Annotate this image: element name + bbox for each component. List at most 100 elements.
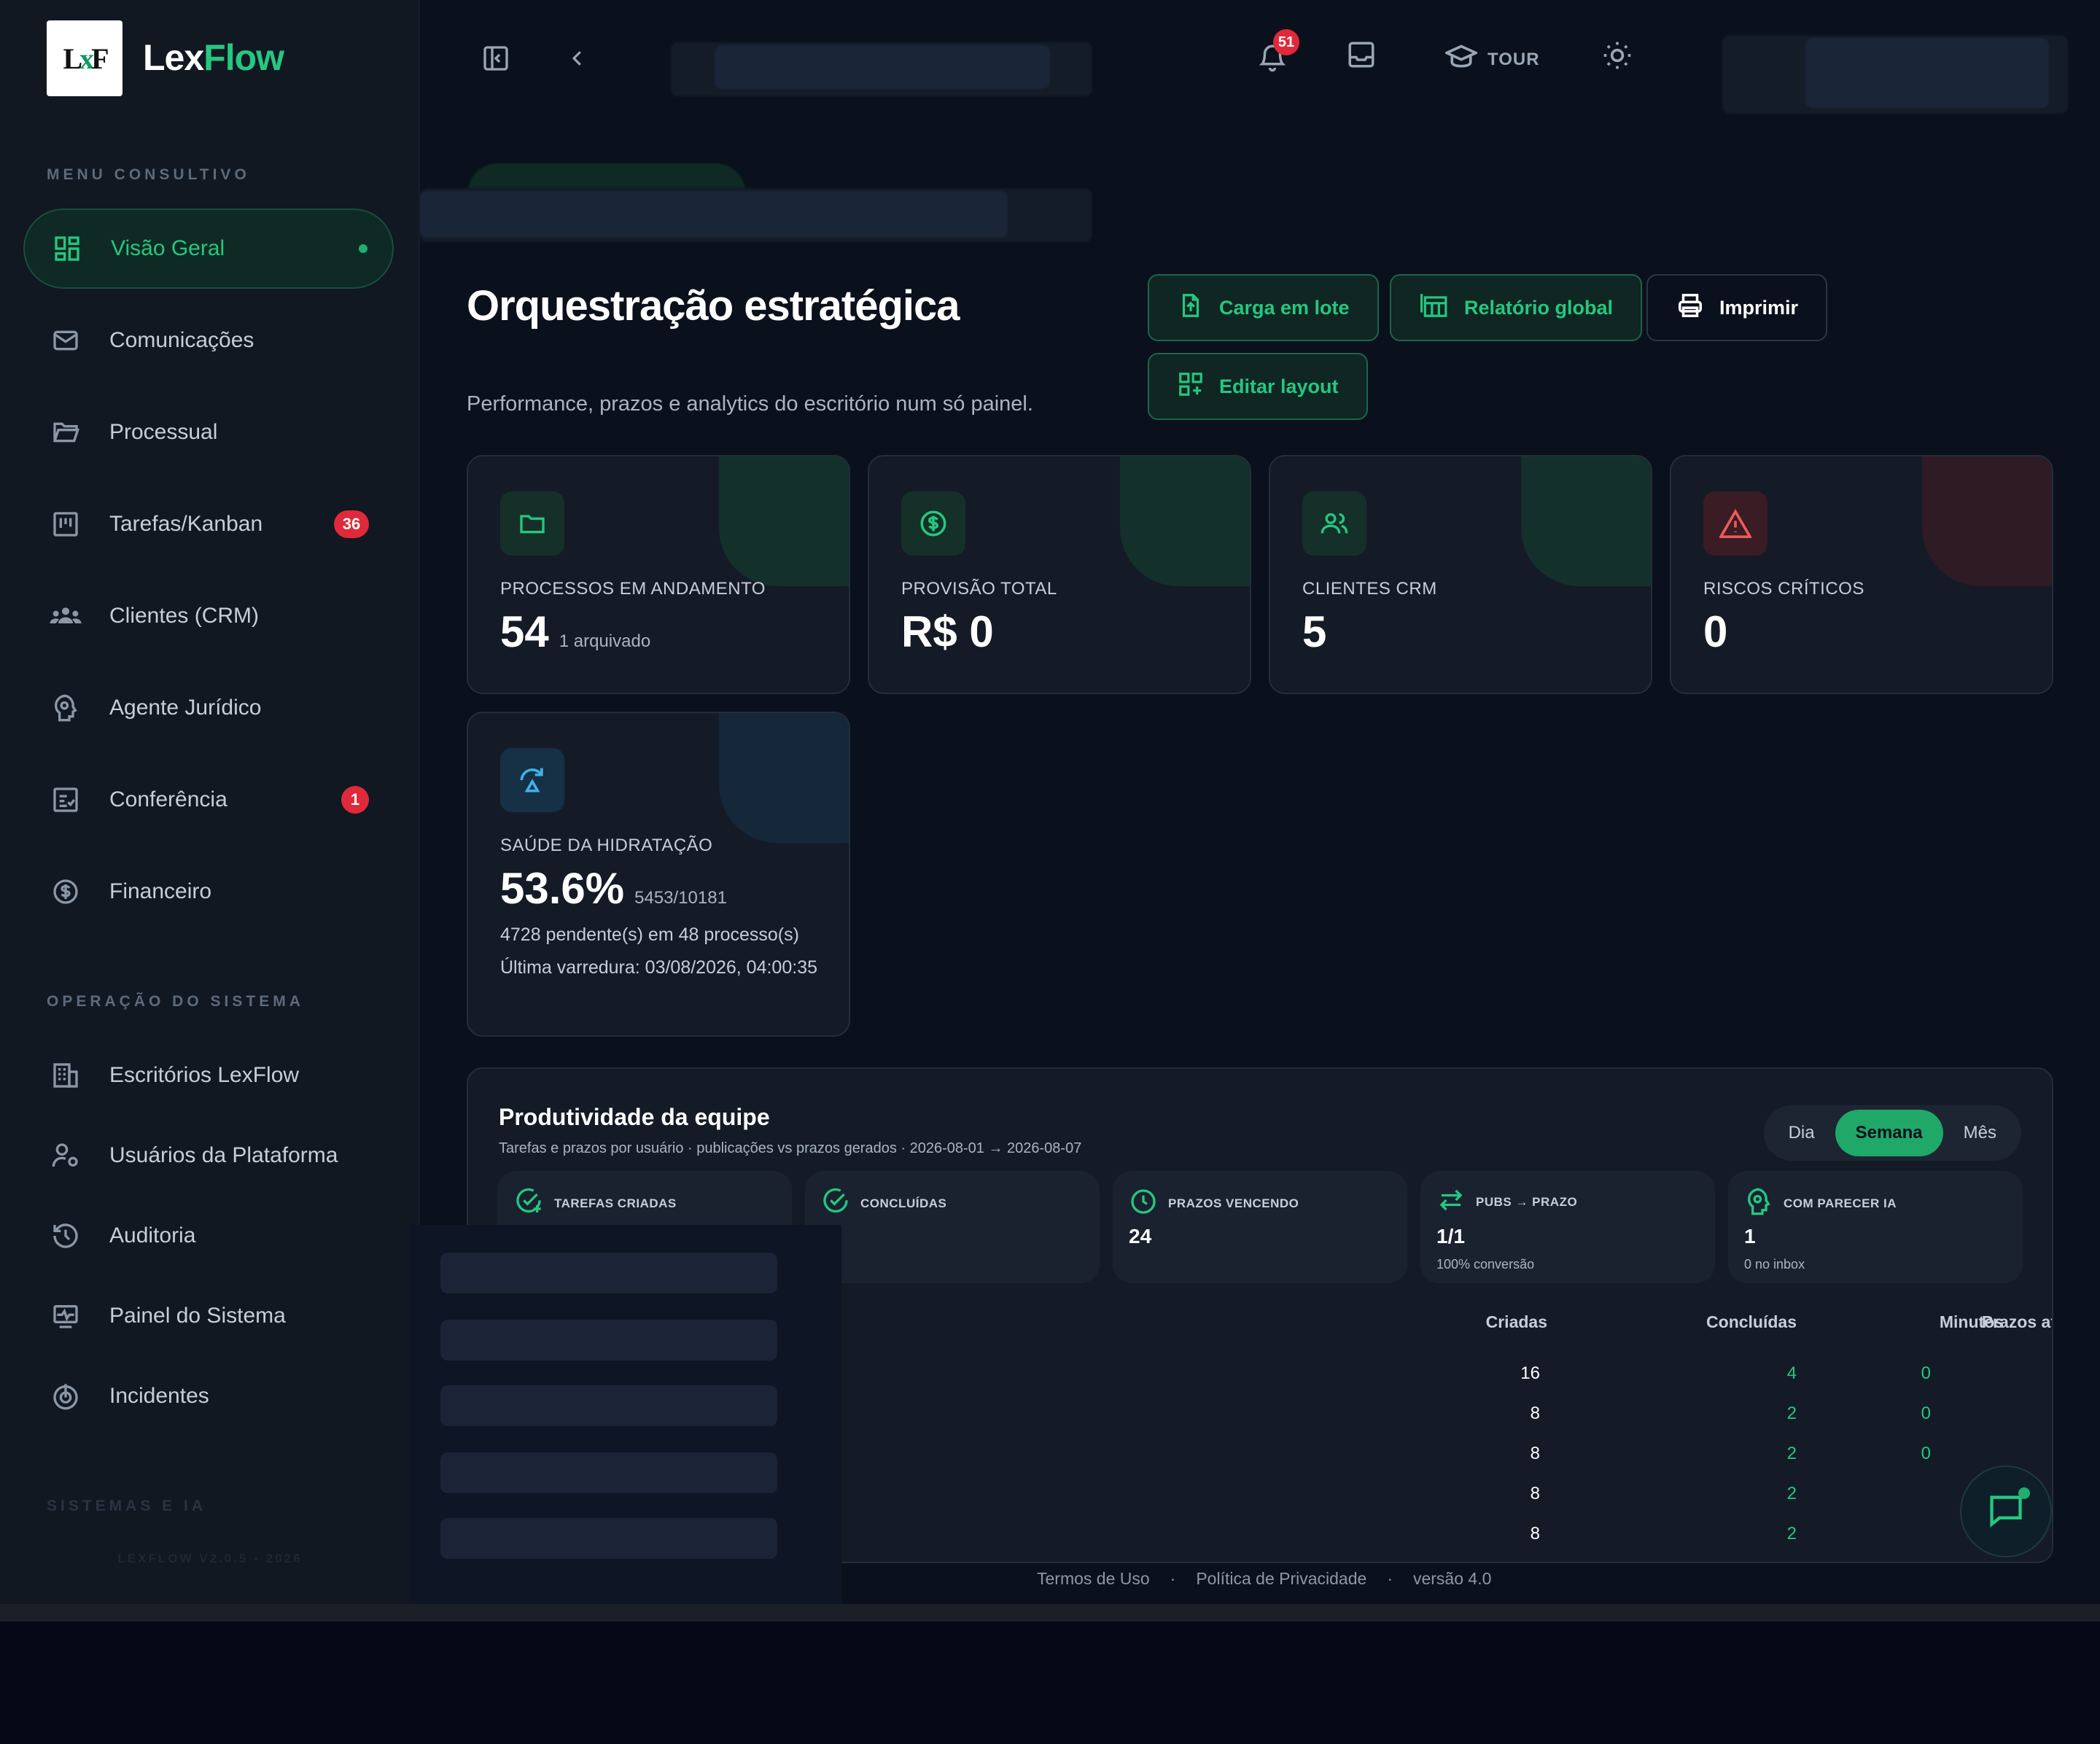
edit-layout-label: Editar layout bbox=[1219, 375, 1339, 397]
sidebar-item-painel-sistema[interactable]: Painel do Sistema bbox=[23, 1276, 394, 1356]
dropdown-overlay-panel bbox=[410, 1225, 841, 1619]
sidebar-item-financeiro[interactable]: Financeiro bbox=[23, 852, 394, 932]
cell-prazos-ativos: 6 bbox=[1944, 1404, 2052, 1424]
col-header-minutos-label: Minutos bbox=[1939, 1312, 2004, 1331]
sun-icon[interactable] bbox=[1598, 36, 1636, 74]
sidebar-item-escritorios[interactable]: Escritórios LexFlow bbox=[23, 1035, 394, 1116]
sidebar-item-tarefas[interactable]: Tarefas/Kanban 36 bbox=[23, 484, 394, 564]
sidebar-item-comunicacoes[interactable]: Comunicações bbox=[23, 300, 394, 381]
mail-icon bbox=[50, 324, 82, 357]
sidebar-version: LEXFLOW V2.0.5 • 2026 bbox=[117, 1552, 303, 1565]
card-corner-decoration bbox=[1922, 456, 2052, 586]
stat-value-number: 54 bbox=[500, 607, 549, 656]
stat-label: PROCESSOS EM ANDAMENTO bbox=[500, 579, 766, 599]
sidebar: LxF LexFlow MENU CONSULTIVO Visão Geral … bbox=[0, 0, 420, 1604]
sidebar-item-usuarios[interactable]: Usuários da Plataforma bbox=[23, 1116, 394, 1196]
kpi-label: CONCLUÍDAS bbox=[860, 1196, 947, 1210]
global-report-button[interactable]: Relatório global bbox=[1390, 274, 1643, 341]
cell-criadas: 8 bbox=[1530, 1524, 1540, 1543]
col-header-criadas[interactable]: Criadas bbox=[1409, 1312, 1547, 1332]
cell-concluidas: 2 bbox=[1786, 1404, 1797, 1423]
tour-button[interactable]: TOUR bbox=[1443, 42, 1540, 77]
skeleton-bar bbox=[440, 1320, 777, 1360]
sidebar-item-label: Tarefas/Kanban bbox=[109, 512, 263, 536]
cell-minutos: 0 bbox=[1921, 1444, 1931, 1463]
cell-minutos: 0 bbox=[1921, 1404, 1931, 1423]
sidebar-item-label: Incidentes bbox=[109, 1384, 209, 1408]
kpi-prazos-vencendo: PRAZOS VENCENDO 24 bbox=[1113, 1171, 1407, 1283]
col-header-minutos[interactable]: Minutos bbox=[1858, 1312, 2004, 1332]
ai-head-icon bbox=[50, 692, 82, 724]
conferencia-count-badge: 1 bbox=[341, 786, 369, 814]
cell-criadas: 8 bbox=[1530, 1444, 1540, 1463]
chat-button[interactable] bbox=[1960, 1465, 2052, 1557]
skeleton-bar bbox=[440, 1385, 777, 1426]
batch-upload-button[interactable]: Carga em lote bbox=[1148, 274, 1379, 341]
sidebar-item-visao-geral[interactable]: Visão Geral bbox=[23, 209, 394, 289]
sidebar-item-clientes[interactable]: Clientes (CRM) bbox=[23, 576, 394, 656]
stat-value: 5 bbox=[1302, 607, 1327, 656]
user-cog-icon bbox=[50, 1140, 82, 1172]
stat-card-riscos[interactable]: RISCOS CRÍTICOS 0 bbox=[1670, 455, 2053, 694]
sidebar-item-label: Escritórios LexFlow bbox=[109, 1063, 300, 1087]
cell-prazos-ativos: 6 bbox=[1944, 1444, 2052, 1464]
sidebar-item-label: Agente Jurídico bbox=[109, 696, 262, 720]
page-footer: Termos de Uso · Política de Privacidade … bbox=[1037, 1569, 1491, 1589]
stat-value: R$ 0 bbox=[901, 607, 994, 656]
kpi-head: PRAZOS VENCENDO bbox=[1129, 1187, 1299, 1220]
skeleton-bar bbox=[440, 1452, 777, 1493]
print-button[interactable]: Imprimir bbox=[1646, 274, 1828, 341]
section-label-operacao: OPERAÇÃO DO SISTEMA bbox=[47, 993, 304, 1010]
inbox-icon[interactable] bbox=[1343, 36, 1380, 73]
dollar-icon bbox=[50, 876, 82, 908]
cell-concluidas: 2 bbox=[1786, 1444, 1797, 1463]
history-icon bbox=[50, 1220, 82, 1252]
skeleton-bar bbox=[440, 1518, 777, 1559]
sidebar-item-label: Painel do Sistema bbox=[109, 1304, 286, 1328]
global-report-label: Relatório global bbox=[1464, 296, 1614, 319]
privacy-link[interactable]: Política de Privacidade bbox=[1196, 1569, 1366, 1589]
sidebar-item-conferencia[interactable]: Conferência 1 bbox=[23, 760, 394, 840]
kpi-label: PRAZOS VENCENDO bbox=[1168, 1196, 1299, 1210]
period-day[interactable]: Dia bbox=[1768, 1110, 1835, 1156]
sidebar-item-processual[interactable]: Processual bbox=[23, 392, 394, 472]
sidebar-item-incidentes[interactable]: Incidentes bbox=[23, 1356, 394, 1436]
kpi-value: 1/1 bbox=[1436, 1225, 1465, 1247]
dollar-circle-icon bbox=[901, 491, 965, 556]
sidebar-item-auditoria[interactable]: Auditoria bbox=[23, 1196, 394, 1276]
file-upload-icon bbox=[1177, 292, 1205, 324]
stat-sub: 1 arquivado bbox=[559, 631, 651, 651]
sidebar-item-agente-juridico[interactable]: Agente Jurídico bbox=[23, 668, 394, 748]
card-corner-decoration bbox=[1120, 456, 1250, 586]
hydration-last-scan: Última varredura: 03/08/2026, 04:00:35 bbox=[500, 957, 817, 978]
sidebar-toggle-icon[interactable] bbox=[478, 41, 513, 76]
building-icon bbox=[50, 1059, 82, 1091]
stat-card-hidratacao[interactable]: SAÚDE DA HIDRATAÇÃO 53.6% 5453/10181 4728… bbox=[467, 712, 850, 1037]
section-label-consultivo: MENU CONSULTIVO bbox=[47, 166, 250, 183]
sidebar-item-label: Visão Geral bbox=[111, 236, 225, 260]
stat-card-clientes[interactable]: CLIENTES CRM 5 bbox=[1269, 455, 1652, 694]
user-profile-redacted-inner bbox=[1805, 38, 2049, 108]
kpi-head: CONCLUÍDAS bbox=[821, 1187, 946, 1220]
col-header-concluidas[interactable]: Concluídas bbox=[1651, 1312, 1797, 1332]
terms-link[interactable]: Termos de Uso bbox=[1037, 1569, 1150, 1589]
stat-card-processos[interactable]: PROCESSOS EM ANDAMENTO 54 1 arquivado bbox=[467, 455, 850, 694]
app-window: LxF LexFlow MENU CONSULTIVO Visão Geral … bbox=[0, 0, 2100, 1622]
hydration-label: SAÚDE DA HIDRATAÇÃO bbox=[500, 836, 713, 855]
check-circle-icon bbox=[821, 1187, 850, 1220]
period-week[interactable]: Semana bbox=[1835, 1110, 1943, 1156]
kpi-parecer-ia: COM PARECER IA 1 0 no inbox bbox=[1728, 1171, 2023, 1283]
back-chevron-icon[interactable] bbox=[563, 41, 592, 76]
hydration-percent: 53.6% bbox=[500, 864, 625, 913]
card-corner-decoration bbox=[719, 456, 849, 586]
edit-layout-button[interactable]: Editar layout bbox=[1148, 353, 1368, 420]
logo[interactable]: LxF bbox=[47, 20, 122, 96]
sidebar-item-label: Financeiro bbox=[109, 879, 212, 903]
version-text: versão 4.0 bbox=[1412, 1569, 1492, 1588]
period-month[interactable]: Mês bbox=[1943, 1110, 2017, 1156]
stat-card-provisao[interactable]: PROVISÃO TOTAL R$ 0 bbox=[868, 455, 1251, 694]
folder-open-icon bbox=[50, 416, 82, 448]
tour-label: TOUR bbox=[1488, 49, 1540, 69]
cell-minutos: 0 bbox=[1921, 1363, 1931, 1383]
graduation-cap-icon bbox=[1443, 42, 1479, 77]
